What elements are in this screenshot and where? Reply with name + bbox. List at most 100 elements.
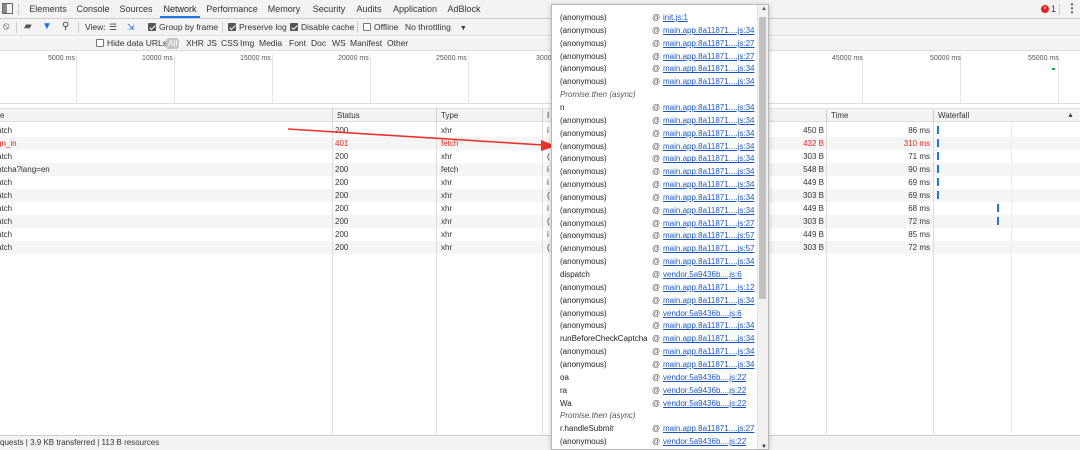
frame-source-link[interactable]: main.app.8a11871....js:34	[663, 204, 754, 217]
at-symbol: @	[652, 128, 661, 138]
initiator-call-stack-popup[interactable]: (anonymous) @ init.js:1 (anonymous) @ main.ap…	[551, 4, 769, 450]
frame-source-link[interactable]: main.app.8a11871....js:34	[663, 255, 754, 268]
column-header-waterfall[interactable]: Waterfall	[935, 109, 969, 122]
filter-type-other[interactable]: Other	[387, 37, 408, 50]
filter-type-img[interactable]: Img	[240, 37, 254, 50]
column-header-time[interactable]: Time	[828, 109, 848, 122]
column-header-name[interactable]: e	[0, 109, 4, 122]
table-row[interactable]: atch200xhri449 B68 ms	[0, 202, 1080, 215]
tab-sources[interactable]: Sources	[118, 0, 154, 18]
tab-memory[interactable]: Memory	[265, 0, 303, 18]
frame-source-link[interactable]: main.app.8a11871....js:34	[663, 101, 754, 114]
tab-performance[interactable]: Performance	[206, 0, 258, 18]
at-symbol: @	[652, 321, 661, 331]
tab-audits[interactable]: Audits	[354, 0, 384, 18]
table-row[interactable]: atch200xhri449 B69 ms	[0, 176, 1080, 189]
stack-frame: (anonymous) @ main.app.8a11871....js:34	[560, 75, 760, 88]
tab-security[interactable]: Security	[310, 0, 348, 18]
frame-source-link[interactable]: main.app.8a11871....js:34	[663, 294, 754, 307]
large-rows-icon[interactable]: ☰	[109, 19, 117, 35]
frame-source-link[interactable]: main.app.8a11871....js:34	[663, 345, 754, 358]
filter-type-js[interactable]: JS	[207, 37, 217, 50]
search-icon[interactable]: ⚲	[62, 19, 69, 35]
disable-cache-checkbox[interactable]: Disable cache	[290, 19, 354, 35]
clear-icon[interactable]: ⦸	[3, 19, 10, 35]
scroll-down-icon[interactable]: ▼	[761, 444, 767, 449]
table-row[interactable]: atch200xhri450 B86 ms	[0, 124, 1080, 137]
frame-source-link[interactable]: main.app.8a11871....js:12	[663, 281, 754, 294]
frame-source-link[interactable]: vendor.5a9436b....js:6	[663, 268, 742, 281]
table-row[interactable]: ptcha?lang=en 200 fetch i 548 B 90 ms	[0, 163, 1080, 176]
frame-source-link[interactable]: main.app.8a11871....js:34	[663, 152, 754, 165]
filter-type-doc[interactable]: Doc	[311, 37, 326, 50]
group-by-frame-checkbox[interactable]: Group by frame	[148, 19, 218, 35]
frame-source-link[interactable]: main.app.8a11871....js:34	[663, 332, 754, 345]
table-row[interactable]: atch200xhr(303 B71 ms	[0, 150, 1080, 163]
error-icon[interactable]: ×	[1041, 5, 1049, 13]
frame-source-link[interactable]: vendor.5a9436b....js:22	[663, 397, 746, 410]
tab-network[interactable]: Network	[160, 0, 200, 18]
frame-source-link[interactable]: main.app.8a11871....js:27	[663, 50, 754, 63]
tab-application[interactable]: Application	[391, 0, 439, 18]
screenshot-icon[interactable]: ▰	[24, 19, 32, 35]
frame-source-link[interactable]: main.app.8a11871....js:34	[663, 62, 754, 75]
filter-type-css[interactable]: CSS	[221, 37, 238, 50]
throttling-select[interactable]: No throttling ▼	[405, 19, 467, 35]
frame-source-link[interactable]: main.app.8a11871....js:34	[663, 75, 754, 88]
filter-type-font[interactable]: Font	[289, 37, 306, 50]
error-count[interactable]: 1	[1051, 0, 1056, 18]
filter-type-all[interactable]: All	[166, 38, 180, 49]
frame-source-link[interactable]: main.app.8a11871....js:34	[663, 319, 754, 332]
frame-source-link[interactable]: main.app.8a11871....js:34	[663, 140, 754, 153]
table-row[interactable]: atch200xhr(303 B72 ms	[0, 241, 1080, 254]
frame-source-link[interactable]: vendor.5a9436b....js:22	[663, 371, 746, 384]
overview-timeline[interactable]: 5000 ms 10000 ms 15000 ms 20000 ms 25000…	[0, 52, 1080, 104]
preserve-log-checkbox[interactable]: Preserve log	[228, 19, 287, 35]
frame-source-link[interactable]: main.app.8a11871....js:34	[663, 114, 754, 127]
offline-checkbox[interactable]: Offline	[363, 19, 398, 35]
cell-type: xhr	[441, 230, 453, 239]
tab-console[interactable]: Console	[75, 0, 111, 18]
hide-data-urls-checkbox[interactable]: Hide data URLs	[96, 37, 167, 50]
column-header-type[interactable]: Type	[438, 109, 458, 122]
frame-source-link[interactable]: main.app.8a11871....js:34	[663, 24, 754, 37]
filter-type-ws[interactable]: WS	[332, 37, 346, 50]
frame-source-link[interactable]: main.app.8a11871....js:34	[663, 127, 754, 140]
frame-source-link[interactable]: vendor.5a9436b....js:22	[663, 435, 746, 448]
filter-type-media[interactable]: Media	[259, 37, 282, 50]
frame-source-link[interactable]: init.js:1	[663, 11, 688, 24]
scroll-up-icon[interactable]: ▲	[761, 6, 767, 12]
filter-icon[interactable]: ▼	[42, 19, 52, 35]
column-header-status[interactable]: Status	[334, 109, 360, 122]
cell-status: 200	[335, 126, 349, 135]
column-header-initiator[interactable]: I	[544, 109, 549, 122]
filter-type-xhr[interactable]: XHR	[186, 37, 204, 50]
frame-source-link[interactable]: main.app.8a11871....js:27	[663, 37, 754, 50]
frame-source-link[interactable]: main.app.8a11871....js:34	[663, 165, 754, 178]
frame-source-link[interactable]: vendor.5a9436b....js:6	[663, 307, 742, 320]
filter-type-manifest[interactable]: Manifest	[350, 37, 382, 50]
frame-source-link[interactable]: main.app.8a11871....js:34	[663, 178, 754, 191]
stack-frame: runBeforeCheckCaptcha @ main.app.8a11871..…	[560, 332, 760, 345]
tab-elements[interactable]: Elements	[28, 0, 68, 18]
disable-cache-label: Disable cache	[301, 22, 355, 32]
scrollbar-thumb[interactable]	[759, 17, 766, 299]
frame-function: (anonymous)	[560, 25, 607, 35]
sort-arrow-icon[interactable]: ▲	[1064, 109, 1074, 122]
overview-icon[interactable]: ⇲	[127, 19, 135, 35]
frame-source-link[interactable]: main.app.8a11871....js:27	[663, 422, 754, 435]
table-row[interactable]: atch200xhri449 B85 ms	[0, 228, 1080, 241]
frame-source-link[interactable]: main.app.8a11871....js:57	[663, 242, 754, 255]
frame-source-link[interactable]: main.app.8a11871....js:57	[663, 229, 754, 242]
table-row[interactable]: atch200xhr(303 B69 ms	[0, 189, 1080, 202]
table-row[interactable]: atch200xhr(303 B72 ms	[0, 215, 1080, 228]
popup-scrollbar[interactable]: ▲ ▼	[757, 5, 768, 449]
frame-source-link[interactable]: main.app.8a11871....js:27	[663, 217, 754, 230]
dock-side-icon[interactable]	[2, 3, 13, 14]
table-row[interactable]: gn_in401fetch432 B310 ms	[0, 137, 1080, 150]
more-options-icon[interactable]: ⋮	[1066, 0, 1078, 18]
tab-adblock[interactable]: AdBlock	[446, 0, 482, 18]
frame-source-link[interactable]: main.app.8a11871....js:34	[663, 191, 754, 204]
frame-source-link[interactable]: vendor.5a9436b....js:22	[663, 384, 746, 397]
frame-source-link[interactable]: main.app.8a11871....js:34	[663, 358, 754, 371]
